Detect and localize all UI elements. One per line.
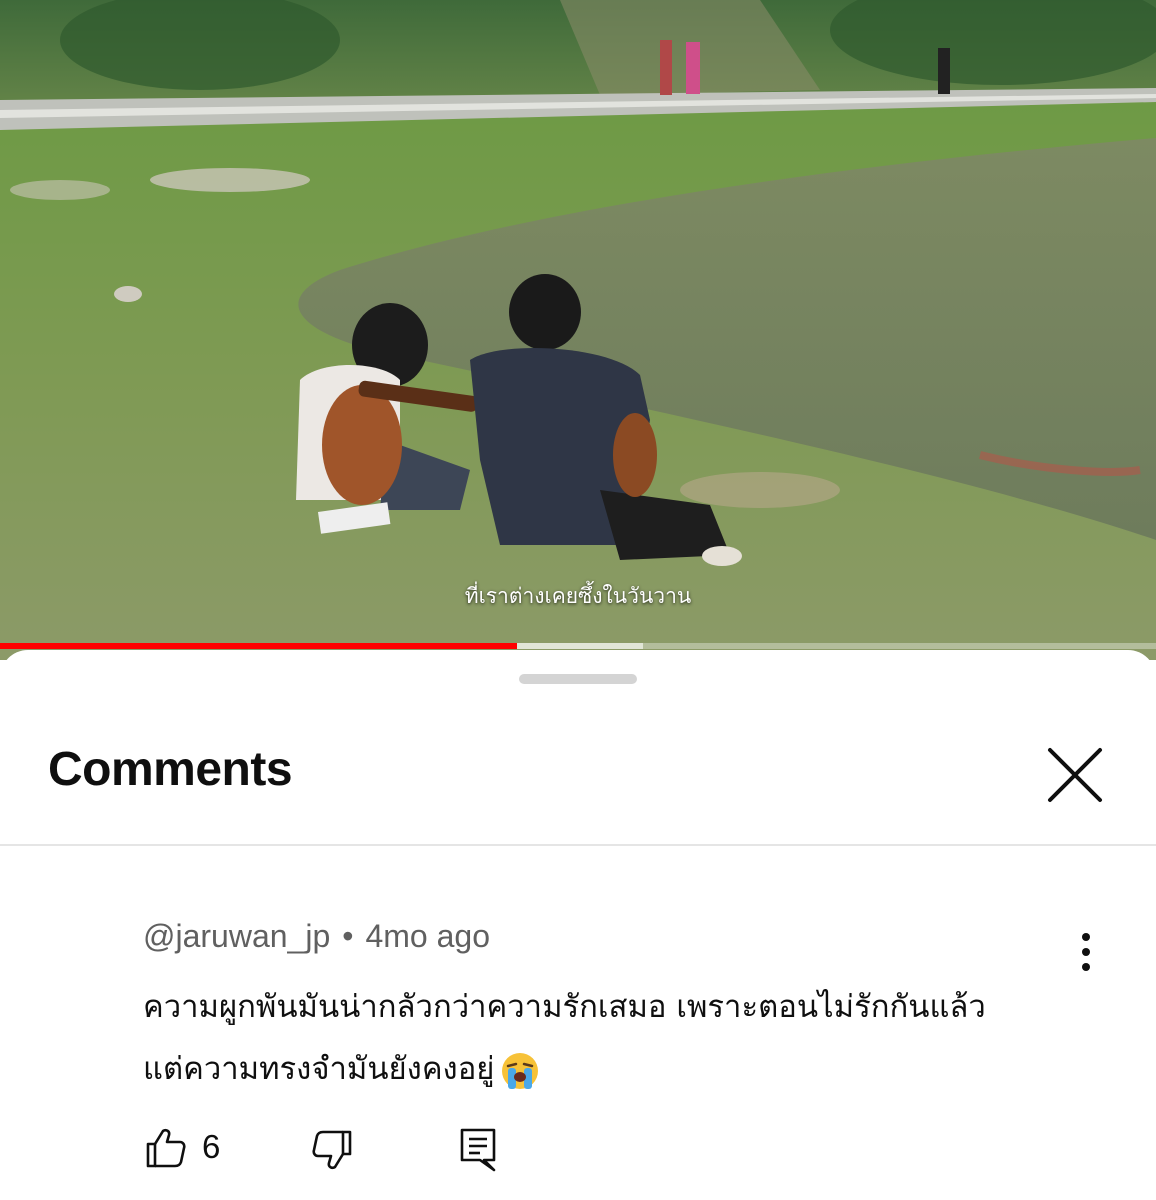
comment-time: 4mo ago — [365, 918, 490, 954]
video-subtitle: ที่เราต่างเคยซึ้งในวันวาน — [464, 584, 692, 608]
video-frame — [0, 0, 1156, 660]
comment-text-line-1: ความผูกพันมันน่ากลัวกว่าความรักเสมอ เพรา… — [143, 989, 986, 1025]
comment-author[interactable]: @jaruwan_jp — [143, 918, 330, 954]
meta-separator: • — [342, 918, 354, 954]
close-button[interactable] — [1040, 740, 1110, 810]
close-icon — [1048, 748, 1102, 802]
thumb-up-icon — [146, 1128, 186, 1168]
reply-icon — [460, 1128, 496, 1172]
app-screen: ที่เราต่างเคยซึ้งในวันวาน Comments @jaru… — [0, 0, 1156, 1200]
video-player[interactable]: ที่เราต่างเคยซึ้งในวันวาน — [0, 0, 1156, 660]
dislike-button[interactable] — [308, 1124, 358, 1174]
progress-played — [0, 643, 517, 649]
comments-title: Comments — [48, 743, 293, 796]
like-count: 6 — [202, 1128, 221, 1165]
header-divider — [0, 844, 1156, 846]
more-vert-icon — [1082, 933, 1090, 971]
comment-text: ความผูกพันมันน่ากลัวกว่าความรักเสมอ เพรา… — [143, 976, 1083, 1100]
comment-meta: @jaruwan_jp • 4mo ago — [143, 918, 490, 955]
sheet-drag-handle[interactable] — [519, 674, 637, 684]
thumb-down-icon — [312, 1130, 352, 1170]
reply-button[interactable] — [456, 1124, 506, 1174]
comment-text-line-2-text: แต่ความทรงจำมันยังคงอยู่ — [143, 1051, 495, 1087]
comment-more-button[interactable] — [1066, 932, 1106, 972]
comment-text-line-2: แต่ความทรงจำมันยังคงอยู่ — [143, 1038, 1083, 1100]
video-progress-bar[interactable] — [0, 643, 1156, 649]
like-button[interactable]: 6 — [140, 1124, 250, 1174]
comments-sheet: Comments @jaruwan_jp • 4mo ago ความผูกพั… — [0, 650, 1156, 1200]
loudly-crying-face-icon — [502, 1052, 539, 1089]
